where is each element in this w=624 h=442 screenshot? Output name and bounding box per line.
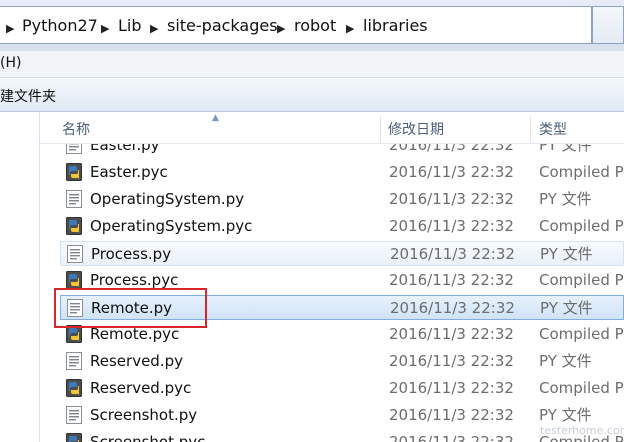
column-header-row: 名称 ▲ 修改日期 类型 [40, 112, 624, 144]
chevron-right-icon[interactable]: ▶ [6, 19, 14, 39]
file-name: Reserved.pyc [90, 379, 192, 397]
file-modified-date: 2016/11/3 22:32 [389, 271, 514, 289]
file-row[interactable]: Reserved.pyc 2016/11/3 22:32 Compiled P [60, 376, 624, 401]
file-type: PY 文件 [539, 352, 592, 370]
pyc-file-icon [66, 433, 82, 442]
chevron-right-icon[interactable]: ▶ [346, 19, 354, 39]
column-header-type[interactable]: 类型 [539, 112, 624, 143]
column-header-name[interactable]: 名称 [62, 112, 380, 143]
breadcrumb-item-site-packages[interactable]: site-packages [167, 16, 278, 36]
file-modified-date: 2016/11/3 22:32 [389, 406, 514, 424]
file-row[interactable]: OperatingSystem.pyc 2016/11/3 22:32 Compil… [60, 214, 624, 239]
chevron-right-icon[interactable]: ▶ [150, 19, 158, 39]
nav-item[interactable] [0, 112, 39, 138]
file-type: Compiled P [539, 379, 624, 397]
file-row[interactable]: Process.py 2016/11/3 22:32 PY 文件 [60, 241, 624, 266]
breadcrumb-item-lib[interactable]: Lib [118, 16, 142, 36]
annotation-highlight-box [54, 288, 207, 328]
file-type: Compiled P [539, 325, 624, 343]
file-type: PY 文件 [539, 190, 592, 208]
new-folder-button[interactable]: 建文件夹 [0, 86, 56, 106]
pyc-file-icon [66, 217, 82, 235]
py-file-icon [66, 406, 82, 424]
chevron-right-icon[interactable]: ▶ [277, 19, 285, 39]
file-modified-date: 2016/11/3 22:32 [389, 163, 514, 181]
column-divider[interactable] [380, 116, 381, 142]
sort-ascending-icon: ▲ [212, 113, 219, 123]
file-name: Easter.pyc [90, 163, 168, 181]
file-modified-date: 2016/11/3 22:32 [389, 379, 514, 397]
py-file-icon [66, 352, 82, 370]
file-modified-date: 2016/11/3 22:32 [389, 217, 514, 235]
file-name: Reserved.py [90, 352, 183, 370]
file-type: PY 文件 [539, 144, 592, 154]
file-row[interactable]: OperatingSystem.py 2016/11/3 22:32 PY 文件 [60, 187, 624, 212]
navigation-pane[interactable] [0, 112, 40, 442]
file-row[interactable]: Reserved.py 2016/11/3 22:32 PY 文件 [60, 349, 624, 374]
file-modified-date: 2016/11/3 22:32 [389, 144, 514, 154]
file-name: Screenshot.py [90, 406, 198, 424]
pyc-file-icon [66, 379, 82, 397]
file-modified-date: 2016/11/3 22:32 [390, 245, 515, 263]
file-modified-date: 2016/11/3 22:32 [390, 299, 515, 317]
file-row[interactable]: Easter.py 2016/11/3 22:32 PY 文件 [60, 144, 624, 158]
file-modified-date: 2016/11/3 22:32 [389, 433, 514, 442]
file-type: Compiled P [539, 163, 624, 181]
menu-item-help[interactable]: (H) [0, 55, 21, 71]
breadcrumb-item-robot[interactable]: robot [294, 16, 336, 36]
file-type: PY 文件 [540, 299, 593, 317]
file-type: Compiled P [539, 271, 624, 289]
chevron-right-icon[interactable]: ▶ [101, 19, 109, 39]
pyc-file-icon [66, 163, 82, 181]
file-name: Screenshot.pyc [90, 433, 206, 442]
pyc-file-icon [66, 271, 82, 289]
file-name: Easter.py [90, 144, 160, 154]
file-modified-date: 2016/11/3 22:32 [389, 190, 514, 208]
file-name: OperatingSystem.py [90, 190, 245, 208]
column-divider[interactable] [530, 116, 531, 142]
command-bar: 建文件夹 [0, 78, 624, 112]
watermark-text: testerhome.com [540, 424, 624, 437]
py-file-icon [66, 144, 82, 154]
py-file-icon [66, 190, 82, 208]
file-row[interactable]: Easter.pyc 2016/11/3 22:32 Compiled P [60, 160, 624, 185]
breadcrumb-item-libraries[interactable]: libraries [363, 16, 428, 36]
column-header-date[interactable]: 修改日期 [388, 112, 530, 143]
file-name: OperatingSystem.pyc [90, 217, 253, 235]
file-name: Process.py [91, 245, 172, 263]
breadcrumb-item-python27[interactable]: Python27 [22, 16, 98, 36]
py-file-icon [67, 245, 83, 263]
file-type: Compiled P [539, 217, 624, 235]
menu-bar: (H) [0, 50, 624, 78]
address-dropdown-button[interactable] [592, 6, 624, 44]
file-type: PY 文件 [540, 245, 593, 263]
file-modified-date: 2016/11/3 22:32 [389, 352, 514, 370]
file-modified-date: 2016/11/3 22:32 [389, 325, 514, 343]
address-bar: ▶ Python27 ▶ Lib ▶ site-packages ▶ robot… [0, 0, 624, 50]
